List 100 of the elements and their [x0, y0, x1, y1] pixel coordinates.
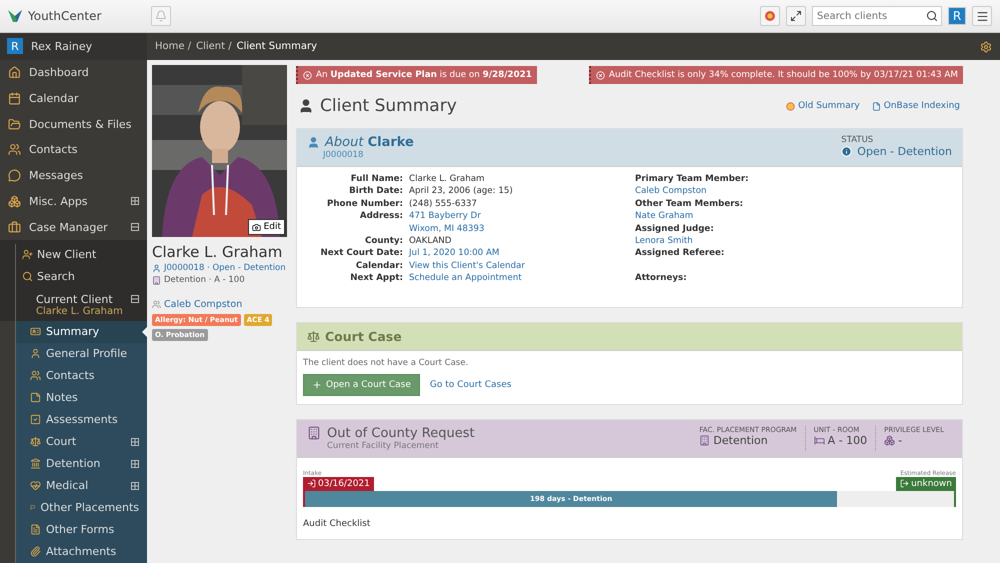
search-icon[interactable] — [926, 10, 938, 22]
client-menu-item[interactable]: Detention — [16, 452, 147, 475]
field-label: County: — [364, 235, 404, 248]
breadcrumb-link[interactable]: Home / — [155, 41, 192, 52]
client-menu-item[interactable]: Notes — [16, 386, 147, 409]
sidebar-item[interactable]: Dashboard — [0, 60, 147, 86]
building-icon — [307, 426, 321, 440]
stat-icon — [814, 434, 825, 446]
document-icon — [872, 102, 881, 110]
edit-photo-button[interactable]: Edit — [248, 219, 285, 235]
field-label: Calendar: — [354, 260, 404, 272]
card-title: Court Case — [325, 328, 402, 344]
release-date: unknown — [896, 476, 956, 491]
card-subtitle: Current Facility Placement — [326, 440, 440, 451]
team-icon — [152, 300, 161, 309]
nav-icon — [30, 326, 41, 338]
client-id-link[interactable]: J0000018 · Open - Detention — [164, 263, 286, 273]
nav-icon — [8, 92, 21, 105]
search-field[interactable]: Search clients — [812, 6, 942, 26]
team-member-link[interactable]: Caleb Compston — [164, 299, 242, 310]
status-label: STATUS — [841, 135, 874, 145]
field-link[interactable]: Caleb Compston — [635, 185, 962, 198]
field-label: Other Team Members: — [635, 198, 744, 210]
pointer-icon — [142, 326, 147, 337]
summary-link[interactable]: Old Summary — [786, 101, 860, 111]
collapse-icon[interactable] — [131, 295, 139, 304]
plus-icon — [312, 380, 322, 390]
expand-icon[interactable] — [131, 482, 139, 490]
section-heading: Audit Checklist — [302, 518, 372, 532]
field-label: Attorneys: — [635, 272, 688, 285]
sidebar-item[interactable]: Case Manager — [0, 214, 147, 240]
client-menu-item[interactable]: Medical — [16, 474, 147, 497]
court-cases-link[interactable]: Go to Court Cases — [430, 380, 512, 390]
sidebar-item[interactable]: Calendar — [0, 85, 147, 112]
badge-icon[interactable] — [760, 6, 780, 26]
sidebar-item[interactable]: Messages — [0, 162, 147, 188]
logo-icon — [8, 10, 22, 22]
client-menu-item[interactable]: Court — [16, 430, 147, 453]
field-link[interactable]: Schedule an Appointment — [409, 272, 635, 285]
sidebar-item[interactable]: Documents & Files — [0, 111, 147, 137]
sidebar-item[interactable]: Contacts — [0, 136, 147, 163]
person-icon — [298, 98, 314, 114]
expand-icon[interactable] — [131, 460, 139, 468]
sidebar-item[interactable]: New Client — [15, 244, 147, 266]
settings-icon[interactable] — [980, 40, 992, 52]
nav-icon — [30, 414, 41, 426]
sidebar-item[interactable]: Misc. Apps — [0, 188, 147, 214]
field-link[interactable]: Nate Graham — [635, 210, 962, 223]
field-value: Clarke L. Graham — [409, 173, 486, 186]
field-label: Assigned Referee: — [635, 247, 726, 260]
breadcrumb-link[interactable]: Client Summary — [236, 41, 318, 52]
card-title: Out of County Request — [327, 426, 475, 441]
nav-icon — [8, 220, 21, 234]
current-client-name[interactable]: Clarke L. Graham — [36, 306, 139, 317]
stat-value: A - 100 — [828, 434, 868, 447]
client-menu-item[interactable]: Other Forms — [16, 518, 147, 541]
client-menu-item[interactable]: Summary — [16, 320, 147, 343]
nav-icon — [22, 249, 33, 260]
collapse-icon[interactable] — [131, 223, 139, 232]
field-link[interactable]: Lenora Smith — [635, 235, 962, 248]
client-menu-item[interactable]: Attachments — [16, 540, 147, 563]
expand-icon[interactable] — [131, 197, 139, 206]
nav-icon — [8, 66, 21, 80]
nav-icon — [8, 143, 21, 156]
client-menu-item[interactable]: Other Placements — [16, 496, 147, 519]
sidebar-item[interactable]: Search — [15, 266, 147, 288]
nav-icon — [8, 118, 21, 131]
user-name[interactable]: Rex Rainey — [31, 40, 92, 53]
client-location: Detention · A - 100 — [164, 275, 245, 285]
field-label: Phone Number: — [326, 198, 404, 210]
badge-icon — [786, 102, 796, 110]
current-client-label[interactable]: Current Client — [36, 292, 131, 306]
client-menu-item[interactable]: General Profile — [16, 342, 147, 365]
nav-icon — [8, 169, 21, 182]
person-icon — [152, 264, 161, 272]
client-menu-item[interactable]: Contacts — [16, 364, 147, 387]
sign-in-icon — [307, 479, 316, 488]
field-link[interactable]: Wixom, MI 48393 — [409, 222, 635, 236]
scale-icon — [307, 330, 320, 343]
summary-link[interactable]: OnBase Indexing — [872, 101, 960, 111]
stat-icon — [699, 434, 710, 446]
expand-icon[interactable] — [131, 438, 139, 446]
fullscreen-icon[interactable] — [786, 6, 806, 26]
field-link[interactable]: Jul 1, 2020 10:00 AM — [409, 247, 635, 260]
breadcrumb-link[interactable]: Client / — [196, 41, 232, 52]
field-label: Full Name: — [350, 173, 404, 186]
alert-banner: Audit Checklist is only 34% complete. It should be 100% by 03/17/21 01:43 AM — [588, 66, 963, 84]
building-icon — [152, 276, 161, 284]
field-label: Address: — [358, 210, 404, 224]
field-value: (248) 555-6337 — [409, 198, 478, 210]
field-link[interactable]: View this Client's Calendar — [409, 260, 635, 272]
user-button[interactable]: R — [948, 7, 966, 25]
field-label: Assigned Judge: — [635, 222, 715, 236]
app-logo: YouthCenter — [28, 9, 102, 23]
field-label: Birth Date: — [348, 185, 404, 198]
field-link[interactable]: 471 Bayberry Dr — [409, 210, 635, 223]
page-title: Client Summary — [320, 96, 457, 116]
nav-icon — [30, 370, 41, 382]
client-menu-item[interactable]: Assessments — [16, 408, 147, 431]
menu-icon[interactable] — [972, 6, 992, 26]
